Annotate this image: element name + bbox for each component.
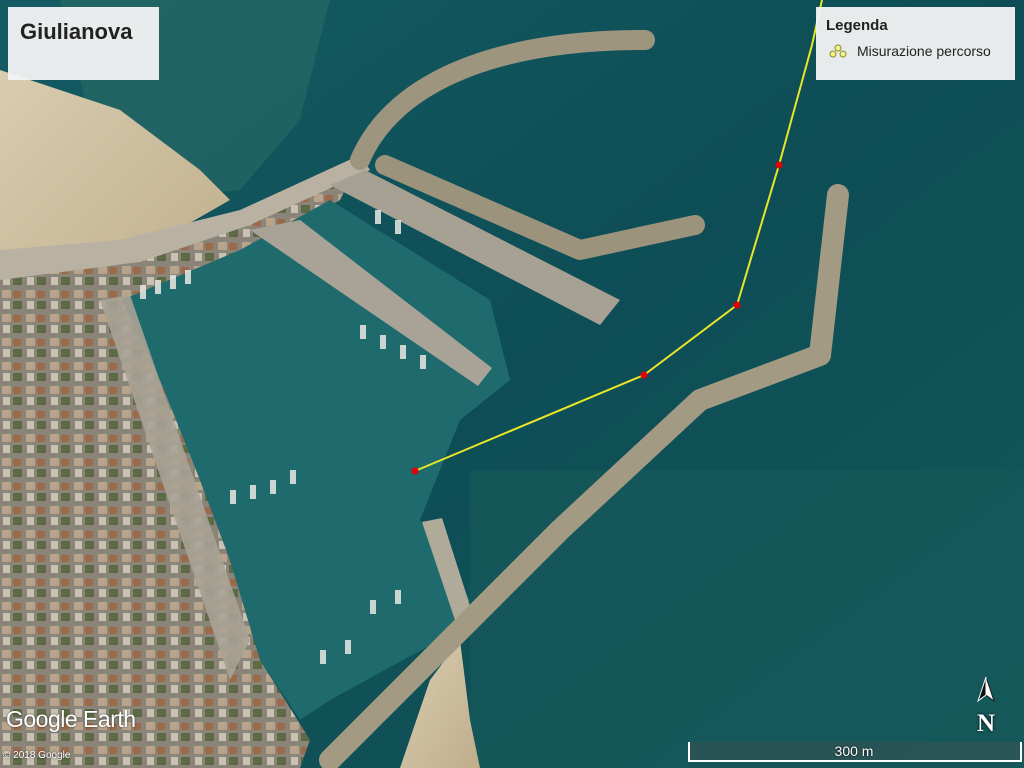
legend-item: Misurazione percorso — [826, 43, 1005, 59]
scale-bar: 300 m — [688, 742, 1022, 762]
copyright-text: © 2018 Google — [3, 750, 71, 761]
google-earth-logo: Google Earth — [6, 706, 136, 732]
satellite-map[interactable] — [0, 0, 1024, 768]
route-waypoint[interactable] — [775, 161, 783, 169]
legend-panel: Legenda Misurazione percorso — [816, 7, 1015, 80]
place-title: Giulianova — [8, 7, 159, 80]
north-label: N — [976, 710, 996, 737]
legend-title: Legenda — [826, 17, 888, 34]
route-waypoint[interactable] — [411, 467, 419, 475]
path-measurement-icon — [829, 44, 847, 58]
north-arrow-icon — [977, 676, 995, 703]
legend-item-label: Misurazione percorso — [857, 43, 991, 59]
sea-lower-band — [470, 470, 1024, 768]
route-waypoint[interactable] — [733, 301, 741, 309]
scale-label: 300 m — [834, 743, 874, 759]
route-waypoint[interactable] — [640, 371, 648, 379]
north-arrow: N — [972, 675, 1000, 737]
